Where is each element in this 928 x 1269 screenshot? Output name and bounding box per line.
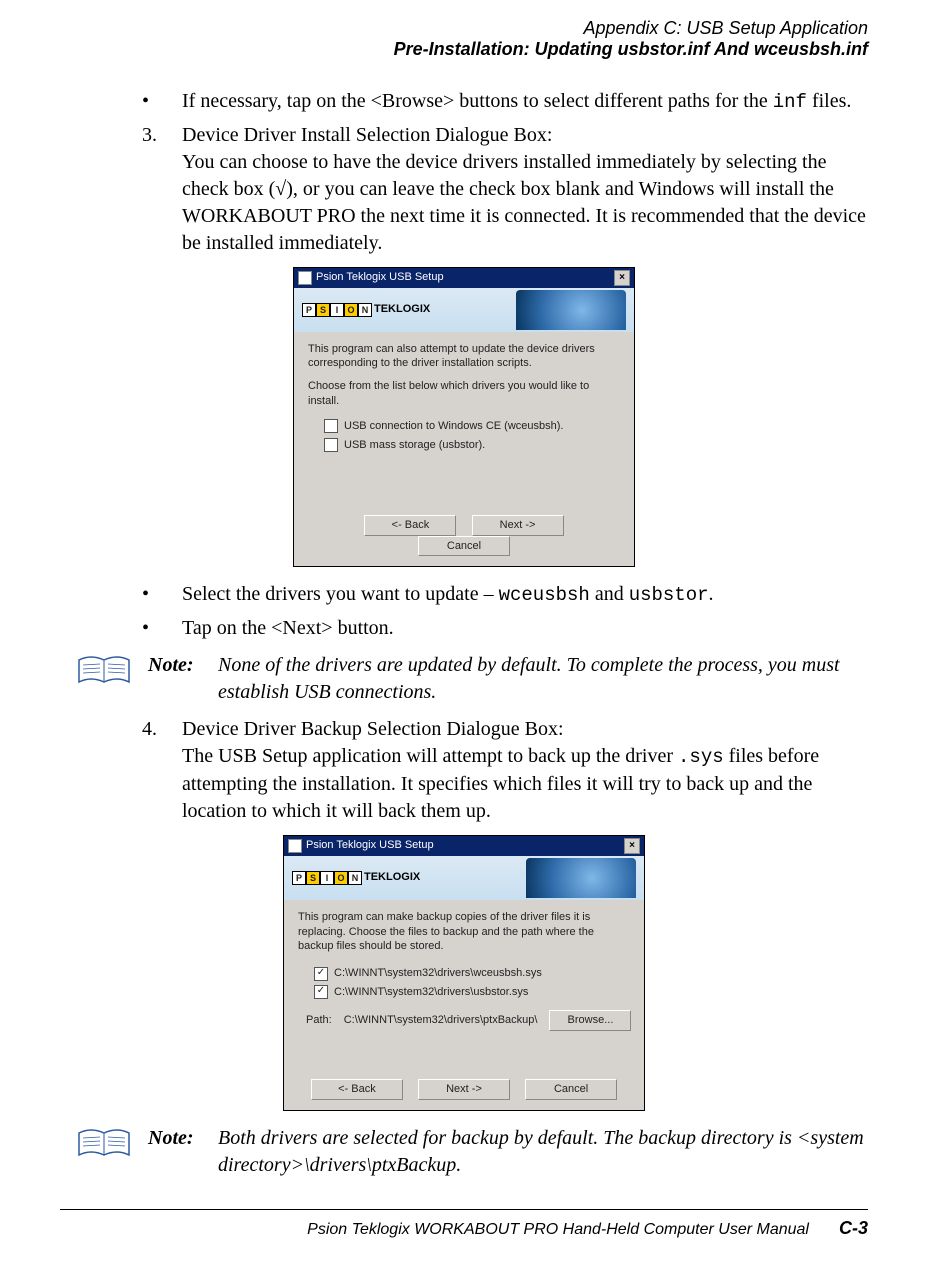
app-icon xyxy=(298,271,312,285)
dialog-banner: P S I O N TEKLOGIX xyxy=(294,288,634,332)
page-header: Appendix C: USB Setup Application Pre-In… xyxy=(60,18,868,60)
teklogix-text: TEKLOGIX xyxy=(364,870,420,885)
note1-text: None of the drivers are updated by defau… xyxy=(218,652,868,706)
code-wceusbsh: wceusbsh xyxy=(499,584,590,606)
bullet-select-drivers: • Select the drivers you want to update … xyxy=(142,581,868,609)
app-icon xyxy=(288,839,302,853)
dialog1-para1: This program can also attempt to update … xyxy=(308,342,620,372)
checkbox-usbstor-label: USB mass storage (usbstor). xyxy=(344,438,485,453)
checkbox-usbstor-sys-row: ✓ C:\WINNT\system32\drivers\usbstor.sys xyxy=(314,985,630,1000)
step-3: 3. Device Driver Install Selection Dialo… xyxy=(142,122,868,257)
checkbox-usbstor-sys-label: C:\WINNT\system32\drivers\usbstor.sys xyxy=(334,985,528,1000)
bullet-tap-next: • Tap on the <Next> button. xyxy=(142,615,868,642)
header-section: Pre-Installation: Updating usbstor.inf A… xyxy=(60,39,868,60)
dialog-buttons: <- Back Next -> Cancel xyxy=(294,507,634,567)
step4-title: Device Driver Backup Selection Dialogue … xyxy=(182,716,868,743)
dialog2-banner: P S I O N TEKLOGIX xyxy=(284,856,644,900)
note-icon xyxy=(77,1127,131,1161)
checkbox-usbstor-row: USB mass storage (usbstor). xyxy=(324,438,620,453)
checkbox-wceusbsh-label: USB connection to Windows CE (wceusbsh). xyxy=(344,419,563,434)
back-button[interactable]: <- Back xyxy=(311,1079,403,1100)
bullet-text: If necessary, tap on the <Browse> button… xyxy=(182,88,868,116)
dialog-titlebar: Psion Teklogix USB Setup × xyxy=(294,268,634,288)
note-2: Note: Both drivers are selected for back… xyxy=(60,1125,868,1179)
checkbox-wceusbsh[interactable] xyxy=(324,419,338,433)
dialog-title: Psion Teklogix USB Setup xyxy=(316,270,444,285)
step3-body: You can choose to have the device driver… xyxy=(182,149,868,257)
globe-image xyxy=(526,858,636,898)
step-number: 3. xyxy=(142,122,182,257)
close-icon[interactable]: × xyxy=(614,270,630,286)
checkbox-wceusbsh-row: USB connection to Windows CE (wceusbsh). xyxy=(324,419,620,434)
dialog2-para: This program can make backup copies of t… xyxy=(298,910,630,955)
checkbox-usbstor-sys[interactable]: ✓ xyxy=(314,985,328,999)
path-label: Path: xyxy=(306,1013,332,1028)
code-sys: .sys xyxy=(678,746,724,768)
next-button[interactable]: Next -> xyxy=(418,1079,510,1100)
back-button[interactable]: <- Back xyxy=(364,515,456,536)
dialog-backup-selection: Psion Teklogix USB Setup × P S I O N TEK… xyxy=(283,835,645,1111)
checkbox-wceusbsh-sys-label: C:\WINNT\system32\drivers\wceusbsh.sys xyxy=(334,966,542,981)
cancel-button[interactable]: Cancel xyxy=(418,536,510,557)
close-icon[interactable]: × xyxy=(624,838,640,854)
next-button[interactable]: Next -> xyxy=(472,515,564,536)
note-label: Note: xyxy=(148,1125,218,1179)
bullet-browse: • If necessary, tap on the <Browse> butt… xyxy=(142,88,868,116)
checkbox-usbstor[interactable] xyxy=(324,438,338,452)
code-usbstor: usbstor xyxy=(629,584,709,606)
cancel-button[interactable]: Cancel xyxy=(525,1079,617,1100)
browse-button[interactable]: Browse... xyxy=(549,1010,631,1031)
note2-text: Both drivers are selected for backup by … xyxy=(218,1125,868,1179)
psion-logo: P S I O N xyxy=(292,871,362,885)
checkbox-wceusbsh-sys[interactable]: ✓ xyxy=(314,967,328,981)
note-1: Note: None of the drivers are updated by… xyxy=(60,652,868,706)
bullet-mark: • xyxy=(142,88,182,116)
footer-title: Psion Teklogix WORKABOUT PRO Hand-Held C… xyxy=(307,1221,809,1239)
step4-number: 4. xyxy=(142,716,182,825)
dialog2-titlebar: Psion Teklogix USB Setup × xyxy=(284,836,644,856)
header-appendix: Appendix C: USB Setup Application xyxy=(60,18,868,39)
step3-title: Device Driver Install Selection Dialogue… xyxy=(182,122,868,149)
step4-body: The USB Setup application will attempt t… xyxy=(182,743,868,825)
footer-page-number: C-3 xyxy=(839,1218,868,1239)
dialog-install-selection: Psion Teklogix USB Setup × P S I O N TEK… xyxy=(293,267,635,568)
globe-image xyxy=(516,290,626,330)
dialog2-title: Psion Teklogix USB Setup xyxy=(306,838,434,853)
step-4: 4. Device Driver Backup Selection Dialog… xyxy=(142,716,868,825)
teklogix-text: TEKLOGIX xyxy=(374,302,430,317)
dialog2-buttons: <- Back Next -> Cancel xyxy=(284,1071,644,1110)
page-footer: Psion Teklogix WORKABOUT PRO Hand-Held C… xyxy=(60,1209,868,1239)
note-label: Note: xyxy=(148,652,218,706)
note-icon xyxy=(77,654,131,688)
path-field: C:\WINNT\system32\drivers\ptxBackup\ xyxy=(342,1011,540,1030)
code-inf: inf xyxy=(773,91,807,113)
dialog1-para2: Choose from the list below which drivers… xyxy=(308,379,620,409)
psion-logo: P S I O N xyxy=(302,303,372,317)
checkbox-wceusbsh-sys-row: ✓ C:\WINNT\system32\drivers\wceusbsh.sys xyxy=(314,966,630,981)
path-row: Path: C:\WINNT\system32\drivers\ptxBacku… xyxy=(306,1010,630,1031)
